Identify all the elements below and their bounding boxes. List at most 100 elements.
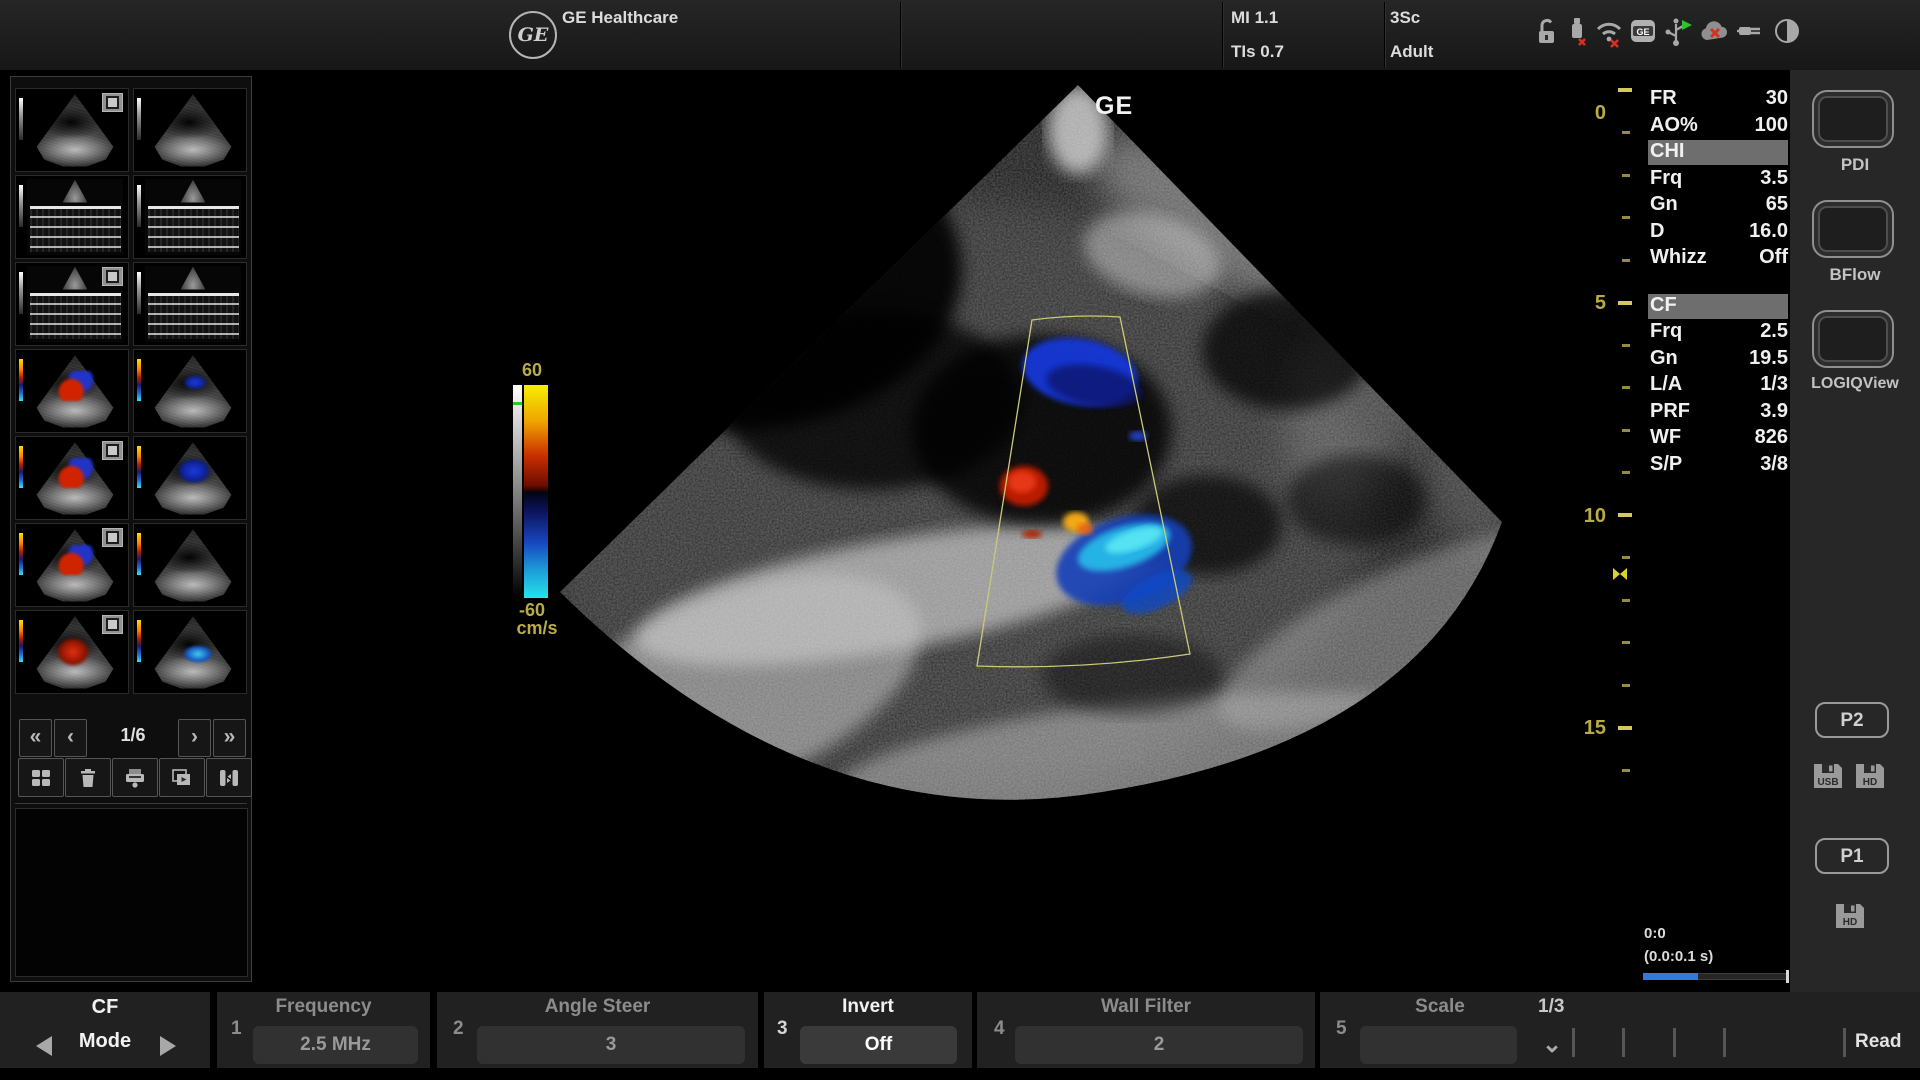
param-row-fr: FR 30 [1648, 87, 1788, 112]
page-indicator: 1/6 [107, 725, 159, 746]
mode-next-arrow[interactable] [160, 1036, 176, 1056]
mmode-mini-image [145, 266, 241, 342]
mode-section: CF Mode [0, 992, 210, 1068]
color-map-mini-bar [137, 446, 141, 488]
param-row-d: D 16.0 [1648, 220, 1788, 245]
softkey-value[interactable] [1360, 1026, 1517, 1064]
logiqview-button[interactable] [1812, 310, 1894, 368]
sector-mini-image [145, 92, 241, 168]
chevron-down-icon[interactable]: ⌄ [1542, 1030, 1562, 1059]
doppler-flow-blob [56, 545, 96, 575]
mi-value: MI 1.1 [1231, 8, 1278, 28]
thumbnail[interactable] [15, 175, 129, 259]
param-value: 16.0 [1749, 220, 1788, 243]
param-value: 100 [1755, 114, 1788, 137]
color-map-mini-bar [137, 359, 141, 401]
softkey-value[interactable]: 2 [1015, 1026, 1303, 1064]
grid-view-button[interactable] [18, 758, 64, 797]
bflow-button[interactable] [1812, 200, 1894, 258]
divider [15, 803, 247, 804]
param-label: AO% [1650, 114, 1698, 137]
transfer-button[interactable] [206, 758, 252, 797]
param-row-gn: Gn65 [1648, 193, 1788, 218]
softkey-value[interactable]: 3 [477, 1026, 745, 1064]
divider [1673, 1028, 1676, 1057]
thumbnail[interactable] [133, 262, 247, 346]
param-value: 19.5 [1749, 347, 1788, 370]
thumbnail[interactable] [15, 349, 129, 433]
print-button[interactable] [112, 758, 158, 797]
softkey-value[interactable]: Off [800, 1026, 957, 1064]
echo-sector-image [252, 70, 1586, 982]
thumbnail[interactable] [133, 175, 247, 259]
bflow-label: BFlow [1790, 265, 1920, 285]
depth-tick [1622, 429, 1630, 432]
slideshow-icon [171, 768, 193, 788]
softkey-frequency: Frequency 1 2.5 MHz [217, 992, 430, 1068]
param-label: Whizz [1650, 246, 1707, 269]
thumbnail[interactable] [15, 436, 129, 520]
param-label: D [1650, 220, 1664, 243]
thumbnail[interactable] [15, 610, 129, 694]
softkey-title: Invert [764, 996, 972, 1018]
velocity-scale-max: 60 [512, 360, 552, 381]
gray-map-mini-bar [137, 98, 141, 140]
depth-tick [1622, 386, 1630, 389]
pdi-label: PDI [1790, 155, 1920, 175]
clipboard-panel: « ‹ 1/6 › » [10, 76, 252, 982]
p2-button[interactable]: P2 [1815, 702, 1889, 738]
mode-prev-arrow[interactable] [36, 1036, 52, 1056]
divider [1843, 1028, 1846, 1057]
doppler-flow-blob [183, 375, 207, 390]
color-map-mini-bar [19, 446, 23, 488]
param-label: Frq [1650, 320, 1682, 343]
divider [1222, 2, 1223, 68]
delete-icon [77, 768, 99, 788]
param-value: 2.5 [1760, 320, 1788, 343]
thumbnail[interactable] [133, 88, 247, 172]
param-label: FR [1650, 87, 1677, 110]
thumbnail[interactable] [15, 523, 129, 607]
delete-button[interactable] [65, 758, 111, 797]
save-hd2-icon[interactable]: HD [1832, 898, 1868, 934]
depth-label-15: 15 [1578, 717, 1606, 740]
doppler-flow-blob [183, 645, 213, 663]
pdi-button[interactable] [1812, 90, 1894, 148]
softkey-value[interactable]: 2.5 MHz [253, 1026, 418, 1064]
depth-tick [1622, 344, 1630, 347]
param-label: Gn [1650, 193, 1678, 216]
save-hd-icon[interactable]: HD [1852, 758, 1888, 794]
param-row-frq: Frq 2.5 [1648, 320, 1788, 345]
depth-tick [1622, 174, 1630, 177]
save-usb-icon[interactable]: USB [1810, 758, 1846, 794]
prev-page-button[interactable]: ‹ [54, 719, 87, 757]
first-page-button[interactable]: « [19, 719, 52, 757]
p1-button[interactable]: P1 [1815, 838, 1889, 874]
divider [1622, 1028, 1625, 1057]
thumbnail[interactable] [133, 523, 247, 607]
thumbnail[interactable] [15, 262, 129, 346]
wifi-off-icon [1595, 14, 1623, 48]
thumbnail[interactable] [133, 349, 247, 433]
thumbnail[interactable] [133, 436, 247, 520]
depth-tick [1622, 556, 1630, 559]
last-page-button[interactable]: » [213, 719, 246, 757]
sector-mini-image [145, 527, 241, 603]
param-value: Off [1759, 246, 1788, 269]
param-value: 3/8 [1760, 453, 1788, 476]
brand-title: GE Healthcare [562, 8, 678, 28]
transfer-icon [218, 768, 240, 788]
softkey-title: Scale [1340, 996, 1540, 1018]
parameter-panel: FR30AO%100CHIFrq3.5Gn65D16.0WhizzOffCFFr… [1648, 0, 1788, 500]
param-value: 30 [1766, 87, 1788, 110]
slideshow-button[interactable] [159, 758, 205, 797]
grid-view-icon [30, 768, 52, 788]
param-value: 3.5 [1760, 167, 1788, 190]
next-page-button[interactable]: › [178, 719, 211, 757]
cine-film-icon [102, 615, 123, 634]
velocity-scale-unit: cm/s [506, 618, 568, 639]
softkey-title: Wall Filter [977, 996, 1315, 1018]
thumbnail[interactable] [133, 610, 247, 694]
thumbnail[interactable] [15, 88, 129, 172]
depth-tick [1618, 726, 1632, 730]
